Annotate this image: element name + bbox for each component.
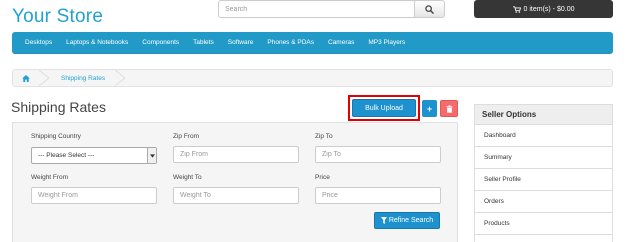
breadcrumb-separator xyxy=(115,70,126,86)
seller-item-orders[interactable]: Orders xyxy=(475,191,612,213)
menu-item-desktops[interactable]: Desktops xyxy=(25,39,52,46)
shipping-country-label: Shipping Country xyxy=(31,133,81,140)
cart-button[interactable]: 0 item(s) - $0.00 xyxy=(474,0,613,18)
home-icon xyxy=(22,74,30,82)
cart-label: 0 item(s) - $0.00 xyxy=(523,5,575,13)
search-input[interactable] xyxy=(218,0,415,18)
menu-item-laptops-notebooks[interactable]: Laptops & Notebooks xyxy=(66,39,128,46)
add-button[interactable]: + xyxy=(422,100,437,117)
shipping-country-select[interactable]: --- Please Select --- xyxy=(31,147,157,164)
menu-item-cameras[interactable]: Cameras xyxy=(328,39,354,46)
price-label: Price xyxy=(315,174,330,181)
seller-options-title: Seller Options xyxy=(475,105,612,125)
breadcrumb-home[interactable] xyxy=(13,70,39,86)
breadcrumb: Shipping Rates xyxy=(12,69,613,87)
breadcrumb-separator xyxy=(39,70,49,86)
zip-to-label: Zip To xyxy=(315,133,333,140)
highlight-outline: Bulk Upload xyxy=(348,95,420,121)
zip-from-label: Zip From xyxy=(173,133,199,140)
page-title: Shipping Rates xyxy=(11,99,106,115)
main-menu: Desktops Laptops & Notebooks Components … xyxy=(12,32,613,54)
seller-options-panel: Seller Options Dashboard Summary Seller … xyxy=(474,104,613,242)
zip-from-input[interactable] xyxy=(173,146,299,163)
price-input[interactable] xyxy=(315,187,441,204)
store-name[interactable]: Your Store xyxy=(12,6,103,28)
weight-to-input[interactable] xyxy=(173,187,299,204)
delete-button[interactable] xyxy=(440,100,458,117)
search-icon xyxy=(425,4,434,14)
menu-item-mp3-players[interactable]: MP3 Players xyxy=(368,39,405,46)
cart-icon xyxy=(512,5,521,13)
menu-item-components[interactable]: Components xyxy=(142,39,179,46)
chevron-down-icon xyxy=(147,148,156,163)
menu-item-tablets[interactable]: Tablets xyxy=(193,39,214,46)
menu-item-phones-pdas[interactable]: Phones & PDAs xyxy=(267,39,314,46)
seller-item-seller-profile[interactable]: Seller Profile xyxy=(475,169,612,191)
seller-item-summary[interactable]: Summary xyxy=(475,147,612,169)
seller-item-products[interactable]: Products xyxy=(475,213,612,235)
weight-from-label: Weight From xyxy=(31,174,69,181)
refine-search-label: Refine Search xyxy=(388,217,434,224)
zip-to-input[interactable] xyxy=(315,146,441,163)
menu-item-software[interactable]: Software xyxy=(228,39,254,46)
trash-icon xyxy=(445,104,453,113)
shipping-country-value: --- Please Select --- xyxy=(38,152,95,159)
weight-to-label: Weight To xyxy=(173,174,202,181)
bulk-upload-button[interactable]: Bulk Upload xyxy=(352,99,416,117)
search-bar xyxy=(218,0,445,18)
filter-icon xyxy=(380,217,387,224)
weight-from-input[interactable] xyxy=(31,187,157,204)
breadcrumb-shipping-rates[interactable]: Shipping Rates xyxy=(49,75,115,82)
seller-item-dashboard[interactable]: Dashboard xyxy=(475,125,612,147)
refine-search-button[interactable]: Refine Search xyxy=(374,212,440,229)
search-button[interactable] xyxy=(415,0,445,18)
